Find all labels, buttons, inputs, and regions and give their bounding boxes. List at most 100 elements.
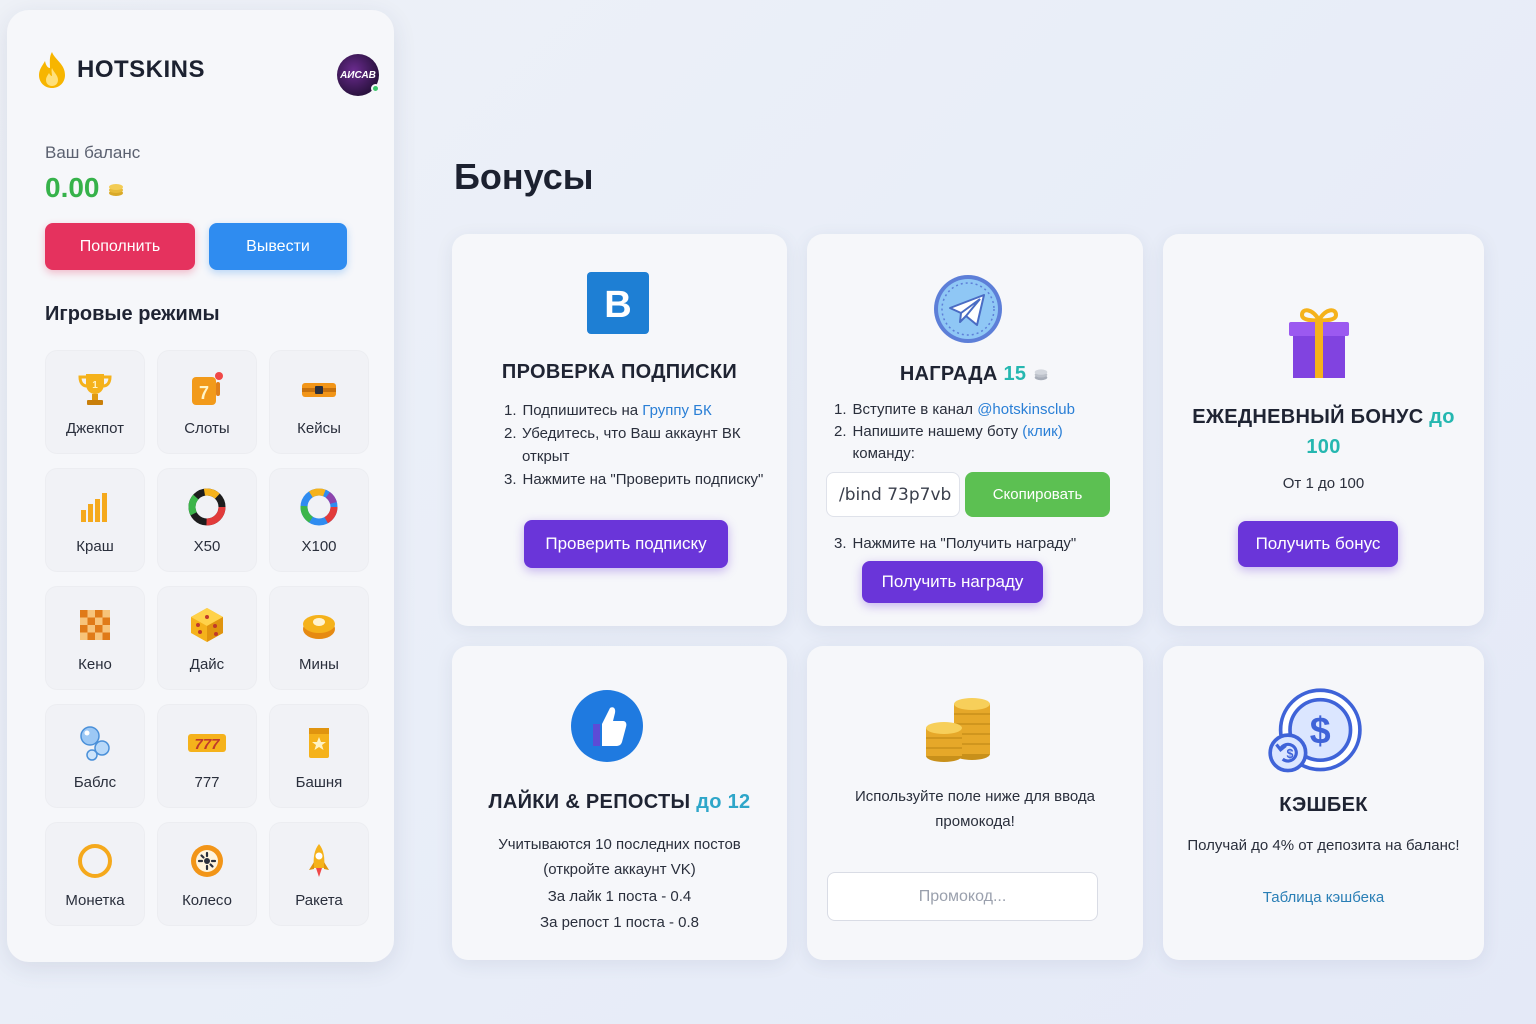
step: 1. Подпишитесь на Группу БК: [504, 402, 712, 419]
promo-description: Используйте поле ниже для ввода промокод…: [807, 784, 1143, 834]
step: 1. Вступите в канал @hotskinsclub: [834, 401, 1075, 418]
get-bonus-button[interactable]: Получить бонус: [1238, 521, 1398, 567]
step-text: Вступите в канал: [852, 401, 978, 418]
mode-mines[interactable]: Мины: [269, 586, 369, 690]
svg-text:B: B: [604, 284, 631, 326]
cashback-description: Получай до 4% от депозита на баланс!: [1187, 837, 1460, 854]
mode-tower[interactable]: Башня: [269, 704, 369, 808]
mode-label: Слоты: [184, 420, 230, 437]
step: 2. Напишите нашему боту (клик) команду:: [834, 423, 1063, 462]
mode-cases[interactable]: Кейсы: [269, 350, 369, 454]
mode-label: X50: [193, 538, 221, 555]
online-status-dot: [371, 84, 380, 93]
subscription-card: B ПРОВЕРКА ПОДПИСКИ 1. Подпишитесь на Гру…: [452, 234, 787, 626]
likes-line: За репост 1 поста - 0.8: [540, 914, 699, 931]
step: 3. Нажмите на "Получить награду": [834, 532, 1124, 555]
likes-line: (откройте аккаунт VK): [543, 861, 696, 878]
get-reward-button[interactable]: Получить награду: [862, 561, 1043, 603]
mode-label: Баблс: [73, 774, 117, 791]
mode-label: X100: [301, 538, 337, 555]
step-text: команду:: [852, 445, 915, 462]
likes-accent: до 12: [696, 791, 751, 813]
daily-title: ЕЖЕДНЕВНЫЙ БОНУС: [1192, 406, 1424, 428]
promo-code-input[interactable]: [827, 872, 1098, 921]
mode-label: Колесо: [182, 892, 232, 909]
mode-wheel[interactable]: Колесо: [157, 822, 257, 926]
reward-title-row: НАГРАДА 15: [807, 363, 1143, 386]
logo[interactable]: HOTSKINS: [35, 50, 205, 90]
telegram-icon: [934, 275, 1002, 343]
likes-title-row: ЛАЙКИ & РЕПОСТЫ до 12: [452, 791, 787, 814]
mode-label: Дайс: [189, 656, 225, 673]
step: 3. Нажмите на "Проверить подписку": [504, 468, 774, 491]
reward-card: НАГРАДА 15 1. Вступите в канал @hotskinsc…: [807, 234, 1143, 626]
avatar[interactable]: АИСАВ: [337, 54, 380, 96]
svg-text:777: 777: [194, 736, 220, 753]
sidebar: HOTSKINS АИСАВ Ваш баланс 0.00 Пополнить…: [7, 10, 394, 962]
promo-line: Используйте поле ниже для ввода: [854, 788, 1096, 805]
reward-step-3: 3. Нажмите на "Получить награду": [834, 532, 1124, 555]
balance-amount: 0.00: [45, 172, 100, 203]
cashback-table-link[interactable]: Таблица кэшбека: [1163, 885, 1484, 910]
mode-keno[interactable]: Кено: [45, 586, 145, 690]
daily-title-block: ЕЖЕДНЕВНЫЙ БОНУС до 100: [1163, 402, 1484, 462]
svg-text:1: 1: [92, 380, 98, 391]
rocket-icon: [309, 844, 329, 877]
telegram-channel-link[interactable]: @hotskinsclub: [977, 401, 1075, 418]
mode-label: Кейсы: [297, 420, 341, 437]
crash-bars-icon: [81, 493, 107, 522]
mode-bubbles[interactable]: Баблс: [45, 704, 145, 808]
cashback-dollar-icon: $ $: [1268, 688, 1362, 773]
x50-wheel-icon: [188, 488, 226, 526]
mode-label: Кено: [78, 656, 112, 673]
bind-command-field[interactable]: /bind 73p7vb: [826, 472, 960, 517]
vk-group-link[interactable]: Группу БК: [642, 402, 711, 419]
mode-x50[interactable]: X50: [157, 468, 257, 572]
daily-accent-value: 100: [1306, 436, 1341, 458]
coin-ring-icon: [78, 844, 112, 878]
gift-icon: [1289, 308, 1349, 378]
subscription-title: ПРОВЕРКА ПОДПИСКИ: [501, 361, 738, 383]
step: 2. Убедитесь, что Ваш аккаунт ВК открыт: [504, 422, 774, 468]
triple-seven-icon: 777: [188, 734, 226, 753]
coin-stacks-icon: [926, 698, 990, 762]
likes-reposts-card: ЛАЙКИ & РЕПОСТЫ до 12 Учитываются 10 пос…: [452, 646, 787, 960]
mode-jackpot[interactable]: 1 Джекпот: [45, 350, 145, 454]
thumbs-up-icon: [571, 690, 643, 762]
mode-label: Монетка: [65, 892, 125, 909]
check-subscription-button[interactable]: Проверить подписку: [524, 520, 728, 568]
game-modes-grid: 1 Джекпот 7 Слоты Кейсы Краш X50 X100 Ке…: [45, 350, 369, 926]
mode-label: Мины: [299, 656, 339, 673]
mode-dice[interactable]: Дайс: [157, 586, 257, 690]
deposit-button[interactable]: Пополнить: [45, 223, 195, 270]
likes-line: Учитываются 10 последних постов: [498, 836, 741, 853]
daily-subtitle: От 1 до 100: [1282, 475, 1365, 492]
dice-icon: [191, 608, 223, 642]
step-text: Нажмите на "Получить награду": [852, 535, 1077, 552]
mode-coinflip[interactable]: Монетка: [45, 822, 145, 926]
likes-description: Учитываются 10 последних постов (откройт…: [452, 832, 787, 935]
wheel-icon: [191, 845, 223, 877]
step-text: Напишите нашему боту: [852, 423, 1023, 440]
coins-icon: [1034, 369, 1048, 381]
balance-label: Ваш баланс: [45, 143, 141, 162]
mode-777[interactable]: 777 777: [157, 704, 257, 808]
game-modes-title: Игровые режимы: [45, 303, 220, 325]
mode-rocket[interactable]: Ракета: [269, 822, 369, 926]
promo-card: Используйте поле ниже для ввода промокод…: [807, 646, 1143, 960]
withdraw-button[interactable]: Вывести: [209, 223, 347, 270]
copy-command-button[interactable]: Скопировать: [965, 472, 1110, 517]
daily-accent-prefix: до: [1429, 406, 1455, 428]
trophy-icon: 1: [78, 374, 112, 405]
likes-line: За лайк 1 поста - 0.4: [547, 888, 692, 905]
case-icon: [302, 383, 336, 397]
mode-crash[interactable]: Краш: [45, 468, 145, 572]
slot-seven-icon: 7: [192, 372, 223, 405]
subscription-steps: 1. Подпишитесь на Группу БК 2. Убедитесь, …: [504, 399, 774, 491]
mode-label: Краш: [76, 538, 114, 555]
likes-title: ЛАЙКИ & РЕПОСТЫ: [488, 791, 691, 813]
svg-text:$: $: [1287, 747, 1294, 761]
mode-slots[interactable]: 7 Слоты: [157, 350, 257, 454]
bot-link[interactable]: (клик): [1022, 423, 1062, 440]
mode-x100[interactable]: X100: [269, 468, 369, 572]
